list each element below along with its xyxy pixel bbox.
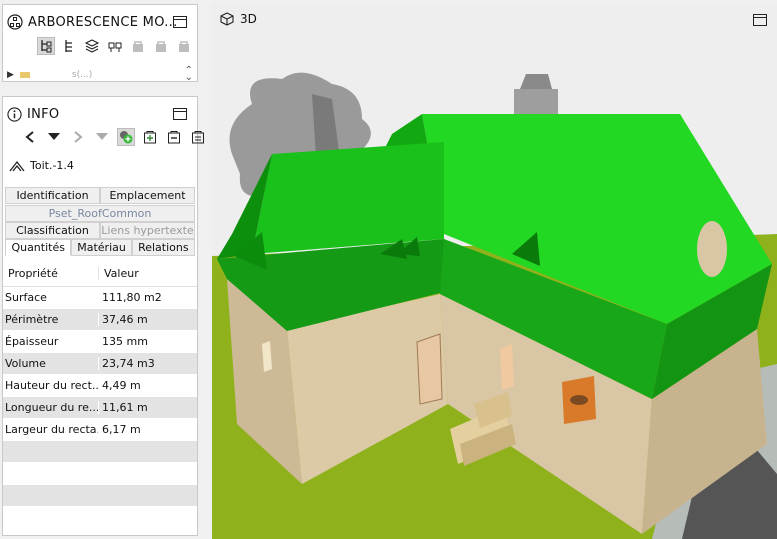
lock-icon[interactable] — [129, 37, 147, 55]
empty-rows — [3, 441, 197, 529]
dropdown-arrow-icon[interactable] — [45, 128, 63, 146]
table-row[interactable]: Périmètre 37,46 m — [3, 309, 197, 331]
tree-item-label: s(...) — [71, 70, 93, 80]
dropdown-arrow-icon-disabled[interactable] — [93, 128, 111, 146]
tree-panel: ARBORESCENCE MO... ▶ s(...) ⌃ ⌄ — [2, 4, 198, 83]
property-value[interactable]: 6,17 m — [99, 423, 141, 436]
property-name: Épaisseur — [3, 335, 99, 348]
header-value[interactable]: Valeur — [99, 267, 139, 280]
forward-arrow-icon[interactable] — [69, 128, 87, 146]
info-panel-header: INFO — [7, 104, 191, 124]
add-property-icon[interactable] — [141, 128, 159, 146]
tree-structure-icon[interactable] — [37, 37, 55, 55]
maximize-icon[interactable] — [753, 14, 767, 26]
lock-icon-2[interactable] — [152, 37, 170, 55]
info-icon — [7, 106, 22, 122]
table-header: Propriété Valeur — [3, 261, 197, 287]
tree-scroll-arrows[interactable]: ⌃ ⌄ — [185, 66, 193, 83]
table-row[interactable]: Volume 23,74 m3 — [3, 353, 197, 375]
group-icon[interactable] — [106, 37, 124, 55]
tab-row-1: Identification Emplacement — [5, 187, 195, 204]
tab-pset-roofcommon[interactable]: Pset_RoofCommon — [5, 205, 195, 222]
property-value[interactable]: 37,46 m — [99, 313, 148, 326]
property-name: Largeur du recta... — [5, 423, 99, 436]
lock-icon-3[interactable] — [175, 37, 193, 55]
property-value[interactable]: 11,61 m — [99, 401, 148, 414]
property-name: Longueur du re... — [5, 401, 99, 414]
tab-classification[interactable]: Classification — [5, 222, 100, 239]
property-value[interactable]: 111,80 m2 — [99, 291, 162, 304]
edit-property-icon[interactable] — [189, 128, 207, 146]
tab-relations[interactable]: Relations — [131, 239, 195, 256]
object-name: Toit.-1.4 — [30, 159, 74, 172]
property-name: Périmètre — [3, 313, 99, 326]
viewport-header: 3D — [220, 12, 257, 26]
3d-viewport[interactable]: 3D — [212, 4, 777, 539]
table-body: Surface 111,80 m2 Périmètre 37,46 m Épaisseu… — [3, 287, 197, 441]
table-row[interactable]: Surface 111,80 m2 — [3, 287, 197, 309]
properties-table: Propriété Valeur Surface 111,80 m2 Périmèt… — [3, 261, 197, 529]
property-name: Volume — [3, 357, 99, 370]
table-row[interactable]: Largeur du recta... 6,17 m — [3, 419, 197, 441]
tab-row-4: Quantités Matériau Relations — [5, 239, 195, 256]
remove-property-icon[interactable] — [165, 128, 183, 146]
selected-object: Toit.-1.4 — [9, 159, 74, 172]
tree-item[interactable]: ▶ s(...) — [7, 69, 183, 81]
header-property[interactable]: Propriété — [3, 267, 99, 280]
layers-icon[interactable] — [83, 37, 101, 55]
info-panel: INFO Toit.-1.4 Identification Emplacemen… — [2, 96, 204, 536]
tree-toolbar — [37, 37, 193, 55]
info-toolbar — [21, 128, 207, 146]
maximize-icon[interactable] — [173, 16, 187, 28]
select-object-icon[interactable] — [117, 128, 135, 146]
viewport-title: 3D — [240, 12, 257, 26]
property-value[interactable]: 23,74 m3 — [99, 357, 155, 370]
table-row[interactable]: Hauteur du rect... 4,49 m — [3, 375, 197, 397]
roof-icon — [9, 160, 25, 171]
tree-panel-title: ARBORESCENCE MO... — [28, 14, 178, 30]
tab-quantites[interactable]: Quantités — [5, 239, 72, 256]
table-row[interactable]: Longueur du re... 11,61 m — [3, 397, 197, 419]
tab-materiau[interactable]: Matériau — [71, 239, 132, 256]
maximize-icon[interactable] — [173, 108, 187, 120]
tree-panel-header: ARBORESCENCE MO... — [7, 12, 191, 32]
3d-scene[interactable] — [212, 4, 777, 539]
cube-icon — [220, 12, 234, 26]
table-row[interactable]: Épaisseur 135 mm — [3, 331, 197, 353]
back-arrow-icon[interactable] — [21, 128, 39, 146]
tab-row-2: Pset_RoofCommon — [5, 205, 195, 222]
folder-icon — [19, 72, 30, 78]
tab-liens-hypertexte[interactable]: Liens hypertexte — [100, 222, 195, 239]
tab-identification[interactable]: Identification — [5, 187, 100, 204]
hierarchy-icon — [7, 14, 23, 30]
property-value[interactable]: 135 mm — [99, 335, 148, 348]
tab-emplacement[interactable]: Emplacement — [100, 187, 195, 204]
property-name: Surface — [3, 291, 99, 304]
info-panel-title: INFO — [27, 106, 60, 122]
tree-list-icon[interactable] — [60, 37, 78, 55]
expand-arrow-icon[interactable]: ▶ — [7, 70, 14, 80]
property-value[interactable]: 4,49 m — [99, 379, 141, 392]
tab-row-3: Classification Liens hypertexte — [5, 222, 195, 239]
property-name: Hauteur du rect... — [5, 379, 99, 392]
